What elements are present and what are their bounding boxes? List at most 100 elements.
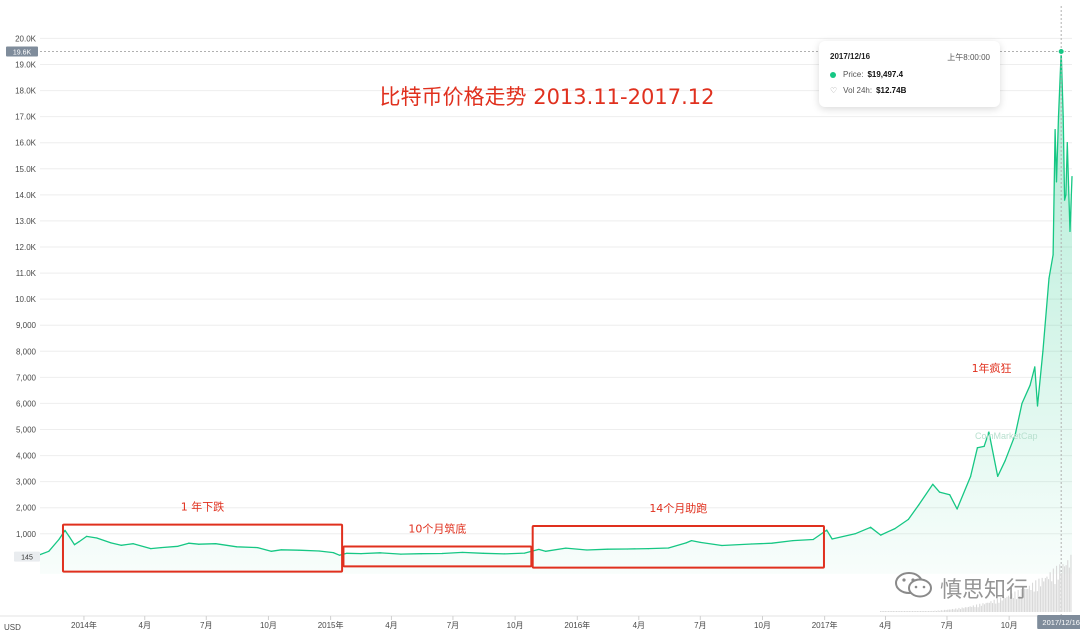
x-tick-label: 7月: [941, 621, 953, 630]
data-point: [544, 550, 547, 552]
data-point: [482, 552, 484, 554]
y-tick-label: 11.0K: [16, 269, 37, 278]
data-point: [1029, 384, 1031, 386]
volume-bar: [1038, 578, 1040, 612]
volume-bar: [966, 607, 968, 612]
y-tick-label: 14.0K: [15, 191, 37, 200]
data-point: [1048, 277, 1050, 279]
volume-bar: [1059, 564, 1061, 612]
y-tick-label: 20.0K: [15, 34, 37, 43]
y-tick-label: 13.0K: [15, 217, 37, 226]
volume-bar: [1032, 582, 1034, 612]
x-tick-label: 10月: [754, 621, 771, 630]
volume-bar: [918, 611, 920, 612]
volume-bar: [987, 602, 989, 612]
volume-bar: [977, 607, 979, 612]
volume-bar: [904, 611, 906, 612]
data-point: [120, 544, 122, 546]
data-point: [870, 526, 872, 528]
tooltip-price-value: $19,497.4: [867, 70, 904, 79]
data-point: [379, 552, 381, 554]
volume-bar: [902, 611, 904, 612]
volume-bar: [900, 611, 902, 612]
y-tick-label: 19.0K: [15, 61, 37, 70]
volume-bar: [908, 611, 910, 612]
data-point: [420, 553, 422, 555]
volume-bar: [896, 611, 898, 612]
x-tick-label: 10月: [507, 621, 524, 630]
volume-bar: [958, 607, 960, 612]
x-tick-label: 10月: [260, 621, 277, 630]
annotation-label: 14个月助跑: [649, 501, 707, 515]
annotation-label: 1 年下跌: [181, 500, 225, 514]
data-point: [826, 529, 828, 531]
volume-bar: [953, 609, 955, 612]
volume-bar: [1062, 564, 1064, 612]
chart-title: 比特币价格走势 2013.11-2017.12: [380, 85, 715, 109]
annotation-label: 1年疯狂: [972, 361, 1012, 375]
volume-bar: [940, 610, 942, 612]
volume-bar: [971, 606, 973, 612]
data-point: [318, 550, 320, 552]
volume-bar: [1060, 572, 1062, 612]
volume-bar: [961, 607, 963, 612]
data-point: [792, 539, 794, 542]
volume-bar: [916, 611, 918, 612]
volume-bar: [932, 611, 934, 612]
y-tick-label: 12.0K: [15, 243, 37, 252]
data-point: [441, 552, 443, 555]
volume-bar: [969, 606, 971, 612]
data-point: [1034, 366, 1036, 368]
data-point: [150, 548, 152, 550]
data-point: [96, 537, 98, 539]
volume-bar: [995, 603, 997, 612]
y-tick-label: 9,000: [16, 321, 37, 330]
volume-bar: [928, 611, 930, 612]
data-point: [1062, 116, 1064, 118]
data-point: [1057, 116, 1060, 118]
data-point: [880, 534, 882, 536]
volume-bar: [952, 608, 954, 612]
volume-bar: [968, 606, 970, 612]
volume-bar: [937, 610, 939, 612]
price-line-path: [39, 50, 1073, 556]
volume-bar: [907, 611, 909, 612]
data-point: [280, 549, 282, 551]
price-dot-icon: [830, 71, 836, 78]
volume-bar: [1044, 578, 1046, 612]
volume-shield-icon: ♡: [830, 86, 838, 95]
data-point: [854, 533, 856, 535]
data-point: [64, 529, 66, 531]
data-point: [586, 549, 588, 551]
tooltip-date: 2017/12/16: [830, 52, 871, 61]
volume-bar: [894, 611, 896, 612]
volume-bar: [931, 610, 933, 612]
data-point: [1042, 350, 1044, 352]
x-tick-label: 10月: [1001, 621, 1018, 630]
data-point: [976, 447, 978, 449]
price-tooltip: 2017/12/16 上午8:00:00 Price: $19,497.4 ♡ …: [819, 41, 1000, 107]
data-point: [1071, 176, 1073, 178]
volume-bar: [1052, 568, 1054, 612]
volume-bar: [920, 611, 922, 612]
volume-bar: [988, 602, 990, 612]
data-point: [771, 542, 773, 544]
data-point: [699, 541, 701, 543]
volume-bar: [897, 611, 899, 612]
data-point: [565, 547, 567, 549]
volume-bar: [1057, 579, 1059, 612]
volume-bar: [1036, 591, 1038, 612]
data-point: [607, 548, 609, 550]
y-tick-label: 2,000: [16, 504, 37, 513]
wechat-icon: [895, 572, 932, 598]
tooltip-vol-row: ♡ Vol 24h: $12.74B: [830, 86, 906, 95]
x-tick-label: 4月: [139, 621, 151, 630]
volume-bar: [905, 611, 907, 612]
volume-bar: [1041, 577, 1043, 612]
y-tick-label: 18.0K: [15, 87, 37, 96]
volume-bar: [956, 609, 958, 612]
data-point: [346, 552, 348, 554]
volume-bar: [912, 611, 914, 612]
volume-bar: [992, 603, 994, 612]
volume-bar: [1035, 580, 1037, 612]
